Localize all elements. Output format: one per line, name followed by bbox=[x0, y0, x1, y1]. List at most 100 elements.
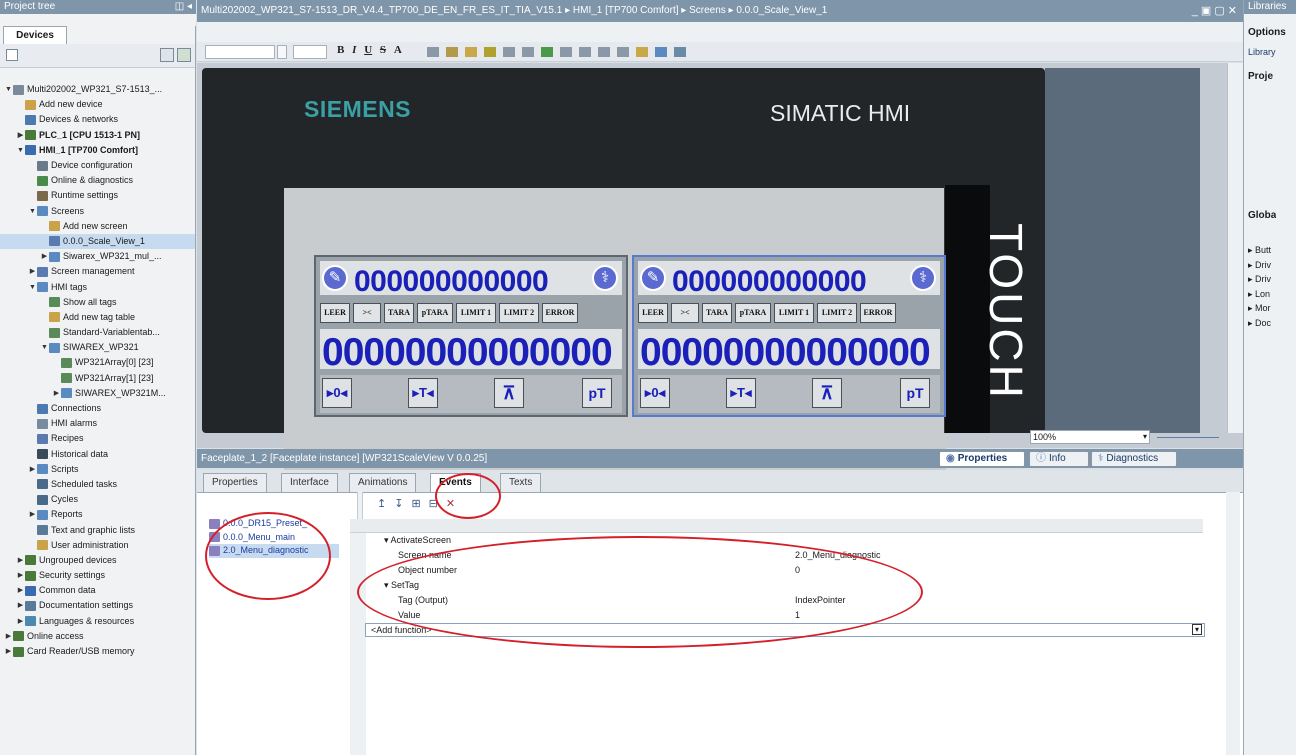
tab-properties[interactable]: Properties bbox=[203, 473, 267, 492]
ptara-button[interactable]: pTARA bbox=[417, 303, 453, 323]
group-icon[interactable] bbox=[560, 47, 572, 57]
collapsed-arrow-icon[interactable]: ▶ bbox=[40, 249, 49, 264]
zoom-select[interactable]: 100% ▾ bbox=[1030, 430, 1150, 444]
faceplate-2[interactable]: ✎ 000000000000 ⚕ LEER >< TARA pTARA LIMI… bbox=[632, 255, 946, 417]
library-item[interactable]: ▸ Butt bbox=[1248, 245, 1296, 260]
grid-icon[interactable] bbox=[598, 47, 610, 57]
library-item[interactable]: ▸ Mor bbox=[1248, 303, 1296, 318]
tree-item[interactable]: Devices & networks bbox=[0, 112, 195, 127]
tree-item[interactable]: WP321Array[1] [23] bbox=[0, 371, 195, 386]
collapsed-arrow-icon[interactable]: ▶ bbox=[16, 614, 25, 629]
distribute-icon[interactable] bbox=[579, 47, 591, 57]
preset-icon[interactable]: ⊼ bbox=[812, 378, 842, 408]
tare-icon[interactable]: ▸T◂ bbox=[726, 378, 756, 408]
zero-set-icon[interactable]: ▸0◂ bbox=[322, 378, 352, 408]
tree-item[interactable]: Show all tags bbox=[0, 295, 195, 310]
tree-item[interactable]: ▼ HMI tags bbox=[0, 279, 195, 294]
collapsed-arrow-icon[interactable]: ▶ bbox=[16, 128, 25, 143]
tree-item[interactable]: ▶ Documentation settings bbox=[0, 598, 195, 613]
preset-icon[interactable]: ⊼ bbox=[494, 378, 524, 408]
collapsed-arrow-icon[interactable]: ▶ bbox=[16, 598, 25, 613]
preset-tare-icon[interactable]: pT bbox=[582, 378, 612, 408]
limit1-button[interactable]: LIMIT 1 bbox=[774, 303, 814, 323]
collapse-icon[interactable]: ◫ ◂ bbox=[175, 0, 196, 14]
leer-button[interactable]: LEER bbox=[638, 303, 668, 323]
tab-animations[interactable]: Animations bbox=[349, 473, 417, 492]
tree-item[interactable]: ▶ SIWAREX_WP321M... bbox=[0, 386, 195, 401]
ptara-button[interactable]: pTARA bbox=[735, 303, 771, 323]
expanded-arrow-icon[interactable]: ▼ bbox=[40, 340, 49, 355]
limit2-button[interactable]: LIMIT 2 bbox=[499, 303, 539, 323]
tree-item[interactable]: Historical data bbox=[0, 447, 195, 462]
size-select[interactable] bbox=[293, 45, 327, 59]
project-library-header[interactable]: Proje bbox=[1248, 71, 1273, 82]
error-button[interactable]: ERROR bbox=[860, 303, 896, 323]
tree-item[interactable]: ▶ Security settings bbox=[0, 568, 195, 583]
library-item[interactable]: ▸ Lon bbox=[1248, 289, 1296, 304]
tree-item[interactable]: WP321Array[0] [23] bbox=[0, 355, 195, 370]
library-view-button[interactable]: Library bbox=[1248, 47, 1276, 57]
library-item[interactable]: ▸ Doc bbox=[1248, 318, 1296, 333]
expanded-arrow-icon[interactable]: ▼ bbox=[28, 204, 37, 219]
arrange-icon[interactable] bbox=[503, 47, 515, 57]
collapsed-arrow-icon[interactable]: ▶ bbox=[16, 583, 25, 598]
collapsed-arrow-icon[interactable]: ▶ bbox=[52, 386, 61, 401]
tree-item[interactable]: ▼ Screens bbox=[0, 204, 195, 219]
screen-canvas[interactable]: SIEMENS SIMATIC HMI TOUCH ✎ 000000000000… bbox=[197, 63, 1243, 482]
tree-item[interactable]: ▶ PLC_1 [CPU 1513-1 PN] bbox=[0, 128, 195, 143]
vertical-scrollbar[interactable] bbox=[1227, 63, 1243, 433]
tree-item[interactable]: ▶ Languages & resources bbox=[0, 614, 195, 629]
layer-icon[interactable] bbox=[541, 47, 553, 57]
expanded-arrow-icon[interactable]: ▼ bbox=[16, 143, 25, 158]
wrench-icon[interactable]: ✎ bbox=[322, 265, 348, 291]
tree-item[interactable]: User administration bbox=[0, 538, 195, 553]
line-width-icon[interactable] bbox=[522, 47, 534, 57]
tree-item[interactable]: Device configuration bbox=[0, 158, 195, 173]
grid-view-icon[interactable] bbox=[6, 49, 18, 61]
tree-item[interactable]: Add new tag table bbox=[0, 310, 195, 325]
tree-item[interactable]: Add new device bbox=[0, 97, 195, 112]
tab-texts[interactable]: Texts bbox=[500, 473, 542, 492]
zero-set-icon[interactable]: ▸0◂ bbox=[640, 378, 670, 408]
collapsed-arrow-icon[interactable]: ▶ bbox=[28, 507, 37, 522]
list-view-icon[interactable] bbox=[160, 48, 174, 62]
wrench-icon[interactable]: ✎ bbox=[640, 265, 666, 291]
tab-order-icon[interactable] bbox=[655, 47, 667, 57]
collapsed-arrow-icon[interactable]: ▶ bbox=[4, 629, 13, 644]
tree-item[interactable]: Standard-Variablentab... bbox=[0, 325, 195, 340]
faceplate-1[interactable]: ✎ 000000000000 ⚕ LEER >< TARA pTARA LIMI… bbox=[314, 255, 628, 417]
expanded-arrow-icon[interactable]: ▼ bbox=[28, 280, 37, 295]
tree-item[interactable]: Recipes bbox=[0, 431, 195, 446]
collapsed-arrow-icon[interactable]: ▶ bbox=[28, 264, 37, 279]
tree-item[interactable]: ▶ Reports bbox=[0, 507, 195, 522]
preset-tare-icon[interactable]: pT bbox=[900, 378, 930, 408]
tree-item[interactable]: Cycles bbox=[0, 492, 195, 507]
error-button[interactable]: ERROR bbox=[542, 303, 578, 323]
fill-color-icon[interactable] bbox=[465, 47, 477, 57]
tree-item[interactable]: ▶ Card Reader/USB memory bbox=[0, 644, 195, 659]
tara-button[interactable]: TARA bbox=[384, 303, 414, 323]
strike-button[interactable]: S bbox=[380, 44, 386, 56]
collapsed-arrow-icon[interactable]: ▶ bbox=[28, 462, 37, 477]
brush-icon[interactable] bbox=[636, 47, 648, 57]
move-down-icon[interactable]: ↧ bbox=[394, 497, 403, 510]
align-icon[interactable] bbox=[427, 47, 439, 57]
inspector-tab-info[interactable]: ⓘ Info bbox=[1029, 451, 1089, 467]
limit1-button[interactable]: LIMIT 1 bbox=[456, 303, 496, 323]
collapsed-arrow-icon[interactable]: ▶ bbox=[4, 644, 13, 659]
library-item[interactable]: ▸ Driv bbox=[1248, 274, 1296, 289]
tree-item[interactable]: ▼ SIWAREX_WP321 bbox=[0, 340, 195, 355]
open-view-icon[interactable] bbox=[177, 48, 191, 62]
italic-button[interactable]: I bbox=[352, 44, 356, 56]
inspector-tab-diagnostics[interactable]: ⚕ Diagnostics bbox=[1091, 451, 1177, 467]
tree-item[interactable]: ▶ Ungrouped devices bbox=[0, 553, 195, 568]
underline-button[interactable]: U bbox=[364, 44, 372, 56]
font-size-button[interactable]: A bbox=[394, 44, 402, 56]
move-up-icon[interactable]: ↥ bbox=[377, 497, 386, 510]
inspector-tab-properties[interactable]: ◉ Properties bbox=[939, 451, 1025, 467]
expand-icon[interactable]: ⊞ bbox=[411, 497, 420, 510]
chevron-down-icon[interactable]: ▾ bbox=[1143, 431, 1147, 443]
tree-item[interactable]: Text and graphic lists bbox=[0, 522, 195, 537]
tree-item[interactable]: ▶ Common data bbox=[0, 583, 195, 598]
service-icon[interactable]: ⚕ bbox=[592, 265, 618, 291]
